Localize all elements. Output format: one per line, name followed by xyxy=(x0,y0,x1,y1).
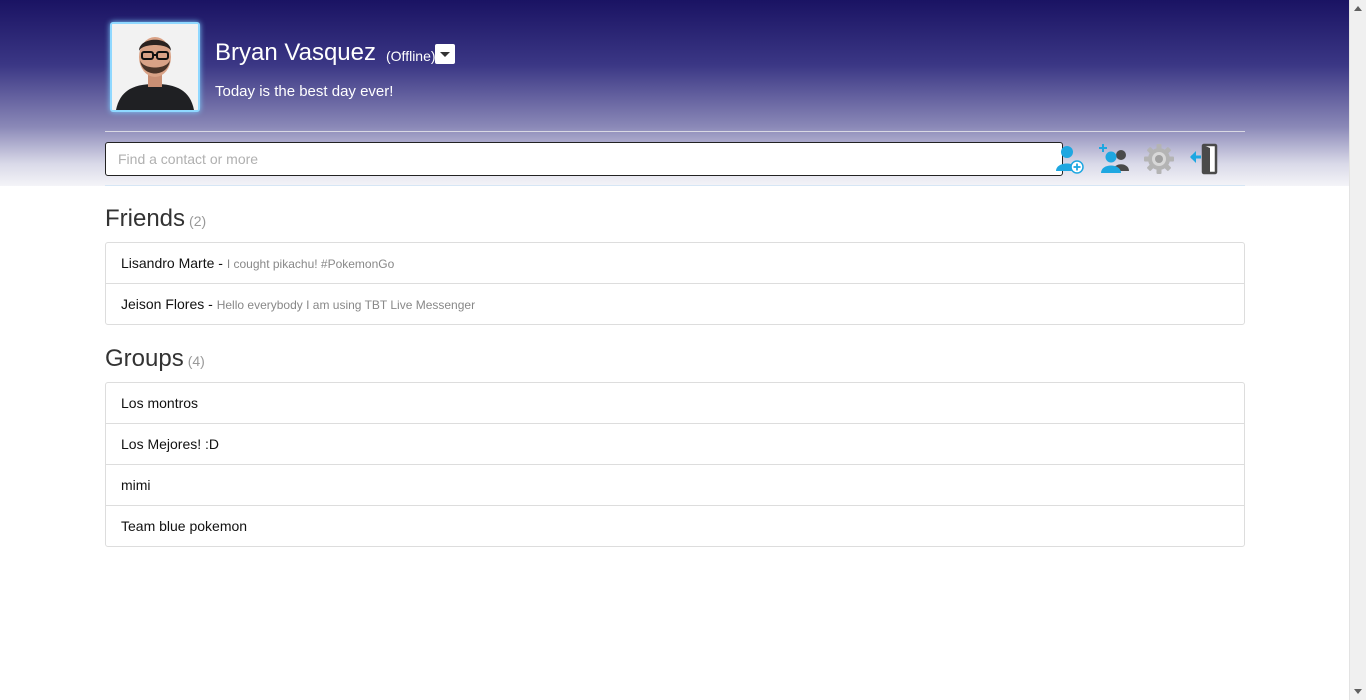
group-item[interactable]: Los Mejores! :D xyxy=(106,424,1244,465)
scroll-down-arrow-icon[interactable] xyxy=(1350,683,1366,700)
add-contact-button[interactable] xyxy=(1053,143,1085,175)
profile-status: (Offline) xyxy=(386,48,436,64)
profile-name: Bryan Vasquez xyxy=(215,39,376,66)
profile-avatar[interactable] xyxy=(110,22,200,112)
friends-count: (2) xyxy=(189,213,207,229)
group-item[interactable]: mimi xyxy=(106,465,1244,506)
settings-button[interactable] xyxy=(1143,143,1175,175)
friend-separator: - xyxy=(204,296,217,312)
friend-item[interactable]: Lisandro Marte - I cought pikachu! #Poke… xyxy=(106,243,1244,284)
settings-gear-icon xyxy=(1144,144,1174,174)
add-group-icon xyxy=(1099,144,1129,173)
friend-message: I cought pikachu! #PokemonGo xyxy=(226,257,395,271)
friend-name: Lisandro Marte xyxy=(121,255,215,271)
friends-title: Friends xyxy=(105,205,186,232)
status-dropdown-button[interactable] xyxy=(435,44,455,64)
friend-name: Jeison Flores xyxy=(121,296,205,312)
toolbar-divider xyxy=(105,185,1245,186)
group-item[interactable]: Los montros xyxy=(106,383,1244,424)
groups-title: Groups xyxy=(105,345,184,372)
add-group-button[interactable] xyxy=(1098,143,1130,175)
friend-item[interactable]: Jeison Flores - Hello everybody I am usi… xyxy=(106,284,1244,324)
friends-list: Lisandro Marte - I cought pikachu! #Poke… xyxy=(105,242,1245,325)
groups-count: (4) xyxy=(187,353,205,369)
add-contact-icon xyxy=(1056,146,1084,174)
friend-message: Hello everybody I am using TBT Live Mess… xyxy=(216,298,476,312)
group-item[interactable]: Team blue pokemon xyxy=(106,506,1244,546)
sign-out-button[interactable] xyxy=(1188,143,1220,175)
contact-search-input[interactable] xyxy=(105,142,1063,176)
profile-motto[interactable]: Today is the best day ever! xyxy=(215,83,393,100)
header-divider xyxy=(105,131,1245,132)
friend-separator: - xyxy=(214,255,227,271)
scroll-up-arrow-icon[interactable] xyxy=(1350,0,1366,17)
avatar-photo xyxy=(112,24,198,110)
friends-heading: Friends (2) xyxy=(105,205,206,233)
groups-list: Los montros Los Mejores! :D mimi Team bl… xyxy=(105,382,1245,547)
groups-heading: Groups (4) xyxy=(105,345,205,373)
sign-out-icon xyxy=(1190,143,1218,175)
vertical-scrollbar[interactable] xyxy=(1349,0,1366,700)
